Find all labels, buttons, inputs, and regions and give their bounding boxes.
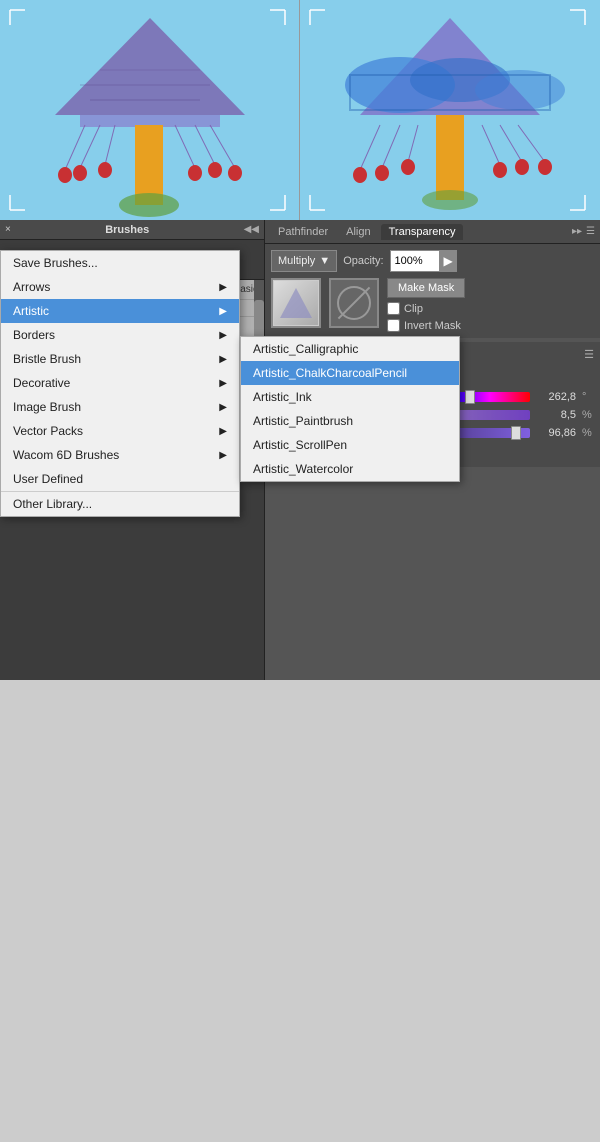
canvas-left-svg: [0, 0, 299, 220]
mask-thumbnail: [271, 278, 321, 328]
menu-item-bristle[interactable]: Bristle Brush ▶: [1, 347, 239, 371]
opacity-stepper[interactable]: ▶: [440, 250, 457, 272]
clip-checkbox[interactable]: [387, 302, 400, 315]
blend-mode-dropdown[interactable]: Multiply ▼: [271, 250, 337, 272]
menu-item-artistic[interactable]: Artistic ▶: [1, 299, 239, 323]
arrow-icon: ▶: [219, 426, 227, 437]
arrow-icon: ▶: [219, 354, 227, 365]
collapse-arrows[interactable]: ◀◀: [244, 224, 259, 235]
submenu-item-calligraphic[interactable]: Artistic_Calligraphic: [241, 337, 459, 361]
clip-label: Clip: [404, 303, 423, 315]
h-thumb[interactable]: [465, 390, 475, 404]
menu-item-vector-packs[interactable]: Vector Packs ▶: [1, 419, 239, 443]
arrow-icon: ▶: [219, 306, 227, 317]
arrow-icon: ▶: [219, 450, 227, 461]
tab-pathfinder[interactable]: Pathfinder: [270, 224, 336, 240]
tab-transparency[interactable]: Transparency: [381, 224, 464, 240]
submenu-item-watercolor[interactable]: Artistic_Watercolor: [241, 457, 459, 481]
opacity-input-group: 100% ▶: [390, 250, 457, 272]
canvas-right: [300, 0, 600, 220]
tab-icons: ▸▸ ☰: [572, 226, 595, 237]
brushes-dropdown-menu[interactable]: Save Brushes... Arrows ▶ Artistic ▶ Bord…: [0, 250, 240, 517]
artistic-submenu[interactable]: Artistic_Calligraphic Artistic_ChalkChar…: [240, 336, 460, 482]
menu-item-arrows[interactable]: Arrows ▶: [1, 275, 239, 299]
transparency-content: Multiply ▼ Opacity: 100% ▶: [265, 244, 600, 338]
canvas-right-svg: [300, 0, 600, 220]
submenu-item-scrollpen[interactable]: Artistic_ScrollPen: [241, 433, 459, 457]
menu-item-other-library[interactable]: Other Library...: [1, 491, 239, 516]
menu-item-save-brushes[interactable]: Save Brushes...: [1, 251, 239, 275]
scroll-thumb[interactable]: [254, 300, 264, 340]
h-unit: °: [582, 391, 594, 403]
brushes-panel: × Brushes ◀◀ Basic: [0, 220, 265, 680]
s-value: 8,5: [536, 409, 576, 421]
tab-menu-icon[interactable]: ☰: [586, 226, 595, 237]
no-mask-circle: [337, 286, 371, 320]
arrow-icon: ▶: [219, 282, 227, 293]
panels-wrapper: × Brushes ◀◀ Basic: [0, 220, 600, 680]
opacity-label: Opacity:: [343, 255, 383, 267]
color-panel-menu[interactable]: ☰: [584, 348, 594, 361]
b-thumb[interactable]: [511, 426, 521, 440]
top-canvas-area: [0, 0, 600, 220]
submenu-item-paintbrush[interactable]: Artistic_Paintbrush: [241, 409, 459, 433]
arrow-icon: ▶: [219, 402, 227, 413]
tab-align[interactable]: Align: [338, 224, 378, 240]
close-button[interactable]: ×: [5, 224, 11, 235]
no-mask-slash: [338, 287, 371, 320]
mask-preview-svg: [276, 284, 316, 322]
clip-checkbox-row: Clip: [387, 302, 465, 315]
s-unit: %: [582, 409, 594, 421]
no-mask-indicator: [329, 278, 379, 328]
brushes-title-bar: × Brushes ◀◀: [0, 220, 264, 240]
arrow-icon: ▶: [219, 330, 227, 341]
menu-item-borders[interactable]: Borders ▶: [1, 323, 239, 347]
menu-item-wacom[interactable]: Wacom 6D Brushes ▶: [1, 443, 239, 467]
tab-arrow-icon[interactable]: ▸▸: [572, 226, 582, 237]
invert-mask-checkbox[interactable]: [387, 319, 400, 332]
canvas-left: [0, 0, 300, 220]
make-mask-button[interactable]: Make Mask: [387, 278, 465, 298]
tab-bar: Pathfinder Align Transparency ▸▸ ☰: [265, 220, 600, 244]
opacity-field[interactable]: 100%: [390, 250, 440, 272]
submenu-item-ink[interactable]: Artistic_Ink: [241, 385, 459, 409]
dropdown-arrow-icon: ▼: [319, 255, 330, 267]
b-unit: %: [582, 427, 594, 439]
menu-item-image-brush[interactable]: Image Brush ▶: [1, 395, 239, 419]
menu-item-decorative[interactable]: Decorative ▶: [1, 371, 239, 395]
transparency-row1: Multiply ▼ Opacity: 100% ▶: [271, 250, 594, 272]
mask-preview: [274, 281, 318, 325]
invert-mask-label: Invert Mask: [404, 320, 461, 332]
arrow-icon: ▶: [219, 378, 227, 389]
invert-mask-checkbox-row: Invert Mask: [387, 319, 465, 332]
brushes-panel-title: Brushes: [105, 224, 149, 236]
b-value: 96,86: [536, 427, 576, 439]
mask-options: Make Mask Clip Invert Mask: [387, 278, 465, 332]
submenu-item-chalk[interactable]: Artistic_ChalkCharcoalPencil: [241, 361, 459, 385]
transparency-row2: Make Mask Clip Invert Mask: [271, 278, 594, 332]
menu-item-user-defined[interactable]: User Defined: [1, 467, 239, 491]
h-value: 262,8: [536, 391, 576, 403]
